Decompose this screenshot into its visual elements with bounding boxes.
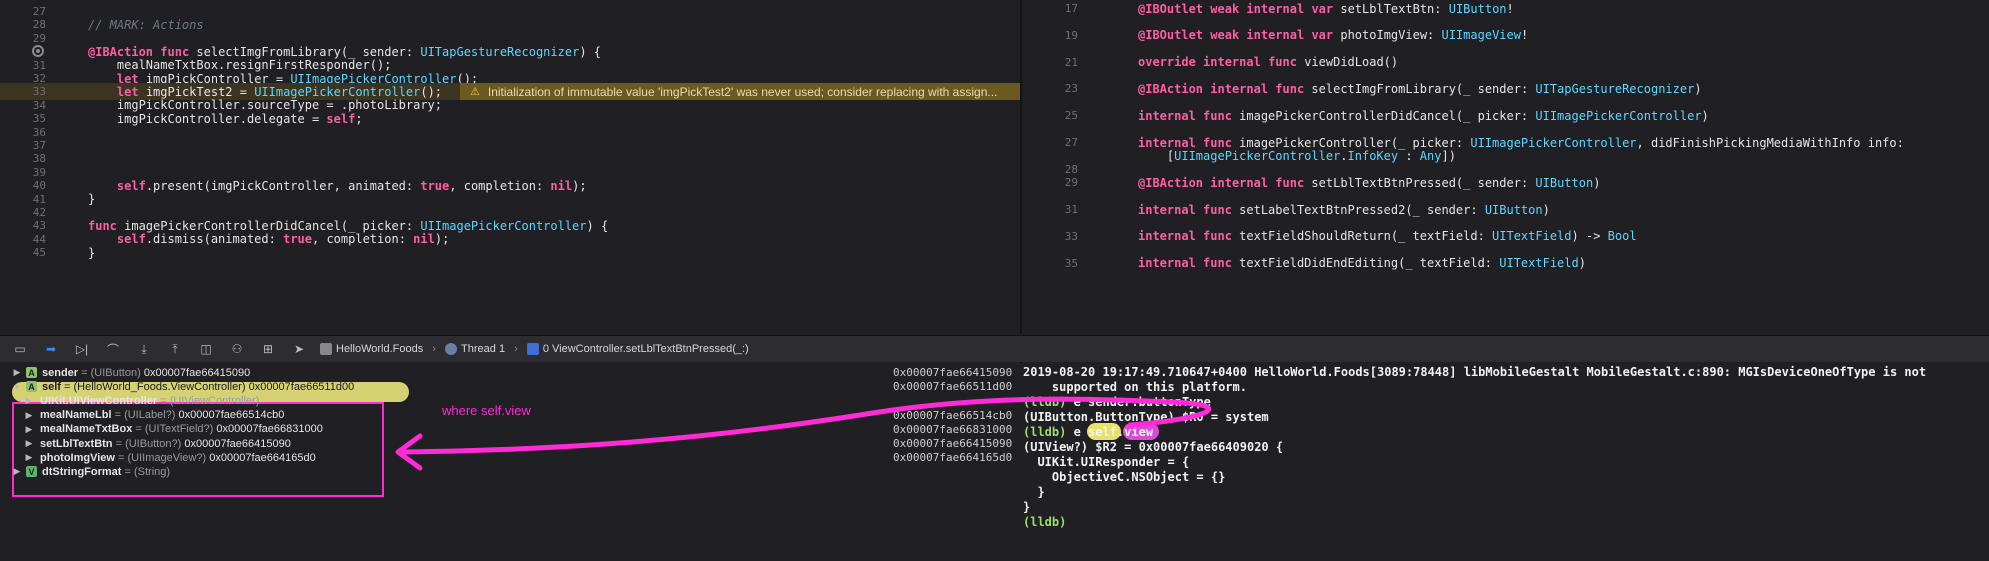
console-line: ObjectiveC.NSObject = {} (1023, 470, 1226, 484)
source-editor-left[interactable]: 27 28// MARK: Actions 29 @IBAction func sel… (0, 0, 1020, 334)
disclosure-collapsed-icon[interactable]: ▶ (24, 395, 34, 406)
variable-address: 0x00007fae66511d00 (893, 380, 1013, 394)
variable-kind-icon: A (26, 367, 37, 378)
lldb-prompt: (lldb) (1023, 425, 1067, 439)
code-line[interactable]: 45} (0, 244, 1020, 261)
variable-value: 0x00007fae66415090 (184, 437, 291, 450)
hide-debug-area-icon[interactable]: ▭ (9, 340, 31, 358)
variable-address: 0x00007fae664165d0 (893, 451, 1013, 465)
disclosure-expanded-icon[interactable]: ▼ (12, 382, 22, 392)
crumb-thread[interactable]: Thread 1 (461, 343, 505, 355)
debug-console[interactable]: 2019-08-20 19:17:49.710647+0400 HelloWor… (1022, 362, 1989, 561)
code-line[interactable]: 35 internal func textFieldDidEndEditing(_… (1022, 255, 1989, 272)
variable-type: (UITextField?) (144, 423, 214, 436)
variable-kind-icon: A (26, 381, 37, 393)
frame-icon (526, 343, 539, 356)
console-line: (lldb) e self.view (1023, 425, 1154, 439)
console-line: 2019-08-20 19:17:49.710647+0400 HelloWor… (1023, 365, 1927, 379)
app-icon (320, 343, 332, 356)
variables-view[interactable]: ▶ Asender = (UIButton) 0x00007fae66415090… (0, 362, 1020, 561)
breadcrumb: HelloWorld.Foods › Thread 1 › 0 ViewCont… (320, 342, 749, 356)
variable-value: 0x00007fae66514cb0 (178, 409, 285, 422)
chevron-right-icon: › (432, 342, 436, 355)
variable-row[interactable]: ▶ VdtStringFormat = (String) (0, 463, 1020, 480)
variable-address: 0x00007fae66415090 (893, 437, 1013, 450)
view-hierarchy-icon[interactable]: ◫ (195, 340, 217, 358)
code-text: internal func textFieldDidEndEditing(_ t… (1138, 256, 1586, 271)
variable-type: (UIViewController) (169, 394, 260, 407)
variable-address: 0x00007fae66415090 (893, 366, 1013, 379)
variable-name: UIKit.UIViewController (40, 394, 158, 407)
console-line: } (1023, 485, 1045, 499)
console-line: } (1023, 500, 1031, 514)
variable-value: 0x00007fae66831000 (216, 423, 323, 436)
variable-value: 0x00007fae66415090 (143, 366, 251, 379)
disclosure-collapsed-icon[interactable]: ▶ (24, 452, 34, 463)
annotation-label: where self.view (442, 403, 531, 418)
chevron-right-icon: › (514, 342, 518, 355)
variable-name: self (42, 380, 61, 393)
variable-type: (String) (134, 465, 171, 478)
variable-type: (UIButton) (90, 366, 141, 379)
console-line: (lldb) e sender.buttonType (1023, 395, 1211, 409)
disclosure-collapsed-icon[interactable]: ▶ (24, 424, 34, 435)
console-line: (UIView?) $R2 = 0x00007fae66409020 { (1023, 440, 1284, 454)
equals-sign: = (121, 465, 134, 478)
thread-icon (445, 343, 458, 356)
equals-sign: = (132, 423, 145, 436)
environment-overrides-icon[interactable]: ⊞ (257, 340, 279, 358)
variable-name: mealNameTxtBox (40, 423, 133, 436)
variable-name: dtStringFormat (42, 465, 122, 478)
disclosure-collapsed-icon[interactable]: ▶ (12, 367, 22, 378)
step-into-icon[interactable]: ⤓ (133, 340, 155, 358)
code-text: } (88, 245, 96, 260)
console-line: supported on this platform. (1023, 380, 1247, 394)
variable-name: photoImgView (40, 451, 115, 464)
variable-type: (UIImageView?) (127, 451, 207, 464)
console-line: UIKit.UIResponder = { (1023, 455, 1190, 469)
continue-icon[interactable]: ▷| (71, 340, 93, 358)
console-line: (UIButton.ButtonType) $R0 = system (1023, 410, 1269, 424)
debug-toolbar: ▭ ➡ ▷| ⌒ ⤓ ⤒ ◫ ⚇ ⊞ ➤ HelloWorld.Foods › … (0, 335, 1989, 363)
variable-type: (UILabel?) (124, 409, 176, 422)
equals-sign: = (114, 451, 128, 464)
variable-name: sender (42, 366, 79, 379)
variable-name: mealNameLbl (40, 409, 112, 422)
disclosure-collapsed-icon[interactable]: ▶ (24, 410, 34, 421)
disclosure-collapsed-icon[interactable]: ▶ (12, 466, 22, 477)
equals-sign: = (78, 366, 91, 379)
disclosure-collapsed-icon[interactable]: ▶ (24, 438, 34, 449)
variable-value: 0x00007fae664165d0 (209, 451, 316, 464)
variable-address: 0x00007fae66831000 (893, 422, 1013, 436)
source-editor-right[interactable]: 17 @IBOutlet weak internal var setLblText… (1022, 0, 1989, 334)
step-over-icon[interactable]: ⌒ (102, 340, 124, 358)
variable-kind-icon: V (26, 466, 37, 478)
variable-address: 0x00007fae66514cb0 (893, 408, 1013, 422)
variable-type: (HelloWorld_Foods.ViewController) (73, 380, 246, 393)
step-out-icon[interactable]: ⤒ (164, 340, 186, 358)
equals-sign: = (60, 380, 74, 393)
variable-value: 0x00007fae66511d00 (248, 380, 355, 393)
variable-name: setLblTextBtn (40, 437, 113, 450)
lldb-prompt: (lldb) (1023, 395, 1067, 409)
equals-sign: = (111, 409, 125, 422)
breakpoints-toggle-icon[interactable]: ➡ (40, 340, 62, 358)
crumb-app[interactable]: HelloWorld.Foods (336, 343, 423, 355)
breakpoint-icon[interactable] (32, 45, 44, 58)
lldb-prompt: (lldb) (1023, 515, 1067, 529)
console-line: (lldb) (1023, 515, 1066, 529)
simulate-location-icon[interactable]: ➤ (288, 340, 310, 358)
line-number: 45 (32, 246, 46, 260)
line-number: 35 (1064, 256, 1078, 270)
crumb-frame[interactable]: 0 ViewController.setLblTextBtnPressed(_:… (543, 343, 749, 355)
equals-sign: = (157, 394, 170, 407)
variable-type: (UIButton?) (125, 437, 182, 450)
memory-graph-icon[interactable]: ⚇ (226, 340, 248, 358)
equals-sign: = (112, 437, 126, 450)
